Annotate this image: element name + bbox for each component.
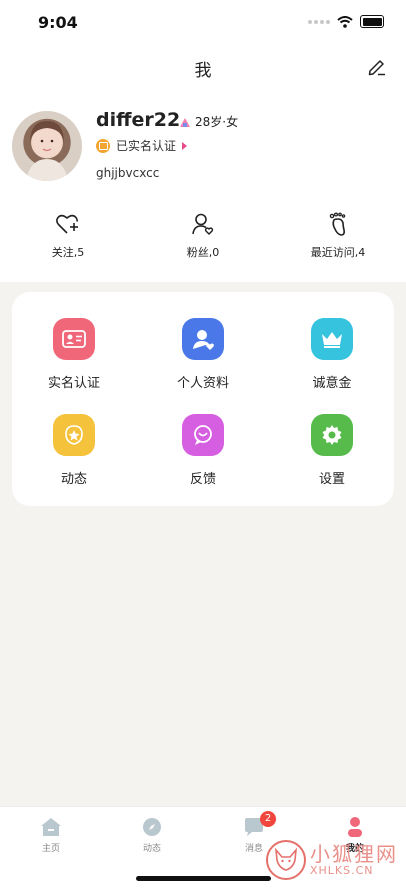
person-heart-icon — [143, 212, 263, 238]
menu-item-moments[interactable]: 动态 — [19, 414, 129, 487]
menu-item-feedback[interactable]: 反馈 — [148, 414, 258, 487]
stat-recent-visits[interactable]: 最近访问,4 — [278, 212, 398, 260]
chat-feedback-icon — [182, 414, 224, 456]
battery-icon — [360, 15, 384, 28]
menu-label: 实名认证 — [47, 376, 100, 391]
gear-icon — [311, 414, 353, 456]
verify-text: 已实名认证 — [116, 139, 177, 153]
fox-logo-icon — [266, 840, 306, 880]
status-icons — [308, 15, 384, 28]
me-icon — [344, 817, 366, 837]
tab-label: 动态 — [142, 844, 161, 854]
gender-female-icon — [180, 117, 190, 127]
edit-pencil-icon[interactable] — [366, 55, 388, 77]
avatar[interactable] — [12, 111, 82, 181]
menu-item-profile[interactable]: 个人资料 — [148, 318, 258, 391]
age-gender-text: 28岁·女 — [195, 115, 239, 129]
user-id: ghjjbvcxcc — [96, 166, 160, 180]
menu-label: 个人资料 — [176, 376, 229, 391]
home-indicator — [136, 876, 271, 881]
menu-item-real-name-verify[interactable]: 实名认证 — [19, 318, 129, 391]
tab-label: 主页 — [41, 844, 60, 854]
tab-home[interactable]: 主页 — [21, 817, 81, 854]
star-moment-icon — [53, 414, 95, 456]
menu-label: 设置 — [318, 472, 345, 487]
id-card-icon — [53, 318, 95, 360]
age-gender-badge: 28岁·女 — [178, 113, 238, 130]
watermark: 小狐狸网 XHLKS.CN — [266, 840, 398, 880]
crown-icon — [311, 318, 353, 360]
home-icon — [40, 817, 62, 837]
verified-id-icon — [96, 138, 110, 153]
stat-fans[interactable]: 粉丝,0 — [143, 212, 263, 260]
menu-item-sincerity-deposit[interactable]: 诚意金 — [277, 318, 387, 391]
wifi-icon — [337, 15, 353, 28]
username: differ22 — [96, 109, 181, 131]
profile-icon — [182, 318, 224, 360]
menu-card: 实名认证 个人资料 诚意金 动态 反馈 设置 — [12, 292, 394, 506]
signal-icon — [308, 19, 330, 24]
menu-label: 诚意金 — [312, 376, 352, 391]
footprint-icon — [278, 212, 398, 238]
unread-badge: 2 — [260, 811, 276, 827]
tab-moments[interactable]: 动态 — [122, 817, 182, 854]
status-time: 9:04 — [38, 13, 78, 32]
compass-icon — [141, 817, 163, 837]
arrow-right-icon — [182, 141, 188, 150]
watermark-cn: 小狐狸网 — [310, 841, 398, 866]
stat-recent-visits-label: 最近访问,4 — [310, 246, 366, 259]
heart-plus-icon — [8, 212, 128, 238]
status-bar: 9:04 — [0, 0, 406, 44]
watermark-en: XHLKS.CN — [310, 863, 374, 877]
stat-following-label: 关注,5 — [51, 246, 85, 259]
verify-status[interactable]: 已实名认证 — [96, 137, 188, 154]
menu-label: 反馈 — [189, 472, 216, 487]
menu-item-settings[interactable]: 设置 — [277, 414, 387, 487]
stat-following[interactable]: 关注,5 — [8, 212, 128, 260]
stat-fans-label: 粉丝,0 — [186, 246, 220, 259]
menu-label: 动态 — [60, 472, 87, 487]
stats-row: 关注,5 粉丝,0 最近访问,4 — [0, 212, 406, 267]
page-title: 我 — [194, 61, 212, 81]
